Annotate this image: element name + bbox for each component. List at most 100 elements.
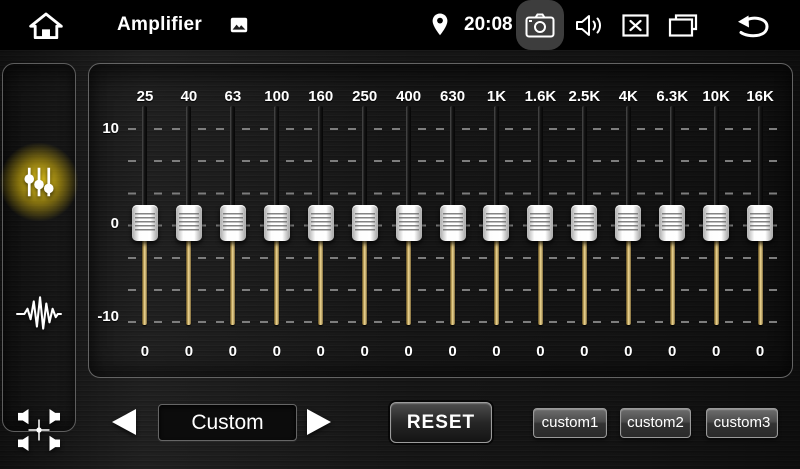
- eq-slider[interactable]: [431, 106, 475, 324]
- eq-slider[interactable]: [694, 106, 738, 324]
- freq-label: 4K: [606, 88, 650, 105]
- slider-track-upper: [230, 106, 235, 218]
- freq-label: 250: [343, 88, 387, 105]
- eq-slider[interactable]: [255, 106, 299, 324]
- location-indicator[interactable]: [432, 12, 448, 37]
- slider-handle[interactable]: [176, 205, 202, 241]
- eq-band-10k: 10K 0: [694, 64, 738, 377]
- eq-slider[interactable]: [475, 106, 519, 324]
- handle-ridges: [135, 213, 155, 233]
- band-value: 0: [211, 343, 255, 360]
- eq-slider[interactable]: [167, 106, 211, 324]
- slider-handle[interactable]: [440, 205, 466, 241]
- preset-next-button[interactable]: [307, 409, 331, 435]
- eq-slider[interactable]: [387, 106, 431, 324]
- freq-label: 16K: [738, 88, 782, 105]
- eq-slider[interactable]: [518, 106, 562, 324]
- eq-band-4k: 4K 0: [606, 64, 650, 377]
- recent-apps-button[interactable]: [668, 14, 698, 37]
- volume-button[interactable]: [575, 14, 605, 37]
- slider-handle[interactable]: [527, 205, 553, 241]
- custom3-button[interactable]: custom3: [706, 408, 778, 438]
- handle-ridges: [662, 213, 682, 233]
- slider-handle[interactable]: [264, 205, 290, 241]
- gallery-button[interactable]: [230, 17, 248, 33]
- slider-track-upper: [758, 106, 763, 218]
- location-pin-icon: [432, 12, 448, 37]
- band-value: 0: [387, 343, 431, 360]
- slider-handle[interactable]: [615, 205, 641, 241]
- screenshot-button[interactable]: [516, 0, 564, 50]
- slider-handle[interactable]: [483, 205, 509, 241]
- tab-balance-fader[interactable]: [3, 407, 75, 453]
- eq-slider[interactable]: [562, 106, 606, 324]
- equalizer-panel: 10 0 -10 25 0 40: [88, 63, 793, 378]
- eq-band-160: 160 0: [299, 64, 343, 377]
- scale-label-max: 10: [89, 120, 119, 138]
- slider-handle[interactable]: [747, 205, 773, 241]
- back-button[interactable]: [735, 13, 773, 39]
- eq-band-16k: 16K 0: [738, 64, 782, 377]
- band-value: 0: [167, 343, 211, 360]
- eq-band-6.3k: 6.3K 0: [650, 64, 694, 377]
- slider-handle[interactable]: [132, 205, 158, 241]
- freq-label: 1.6K: [518, 88, 562, 105]
- eq-slider[interactable]: [299, 106, 343, 324]
- handle-ridges: [618, 213, 638, 233]
- slider-track-upper: [626, 106, 631, 218]
- handle-ridges: [223, 213, 243, 233]
- band-value: 0: [606, 343, 650, 360]
- slider-handle[interactable]: [352, 205, 378, 241]
- custom1-button[interactable]: custom1: [533, 408, 607, 438]
- eq-slider[interactable]: [650, 106, 694, 324]
- slider-handle[interactable]: [220, 205, 246, 241]
- close-window-icon: [622, 14, 649, 37]
- freq-label: 10K: [694, 88, 738, 105]
- band-value: 0: [562, 343, 606, 360]
- slider-handle[interactable]: [308, 205, 334, 241]
- preset-prev-button[interactable]: [112, 409, 136, 435]
- eq-slider[interactable]: [343, 106, 387, 324]
- home-button[interactable]: [27, 12, 65, 39]
- eq-slider[interactable]: [606, 106, 650, 324]
- band-value: 0: [299, 343, 343, 360]
- slider-track-upper: [582, 106, 587, 218]
- handle-ridges: [311, 213, 331, 233]
- band-value: 0: [431, 343, 475, 360]
- band-value: 0: [738, 343, 782, 360]
- scale-label-mid: 0: [89, 215, 119, 233]
- slider-track-upper: [494, 106, 499, 218]
- slider-track-upper: [186, 106, 191, 218]
- freq-label: 100: [255, 88, 299, 105]
- slider-handle[interactable]: [659, 205, 685, 241]
- slider-handle[interactable]: [571, 205, 597, 241]
- home-icon: [27, 12, 65, 39]
- sound-wave-icon: [16, 295, 62, 333]
- eq-band-1k: 1K 0: [475, 64, 519, 377]
- freq-label: 25: [123, 88, 167, 105]
- eq-slider[interactable]: [211, 106, 255, 324]
- slider-track-upper: [318, 106, 323, 218]
- slider-handle[interactable]: [396, 205, 422, 241]
- freq-label: 400: [387, 88, 431, 105]
- eq-band-100: 100 0: [255, 64, 299, 377]
- tab-sound-effect[interactable]: [3, 295, 75, 333]
- eq-bands: 25 0 40 0 63: [123, 64, 782, 377]
- custom2-button[interactable]: custom2: [620, 408, 691, 438]
- close-app-button[interactable]: [622, 14, 649, 37]
- page-title: Amplifier: [117, 0, 202, 50]
- slider-handle[interactable]: [703, 205, 729, 241]
- slider-track-upper: [362, 106, 367, 218]
- preset-display[interactable]: Custom: [158, 404, 297, 441]
- eq-slider[interactable]: [738, 106, 782, 324]
- slider-track-upper: [670, 106, 675, 218]
- freq-label: 6.3K: [650, 88, 694, 105]
- tab-equalizer[interactable]: [3, 164, 75, 200]
- clock: 20:08: [464, 0, 513, 50]
- speaker-balance-icon: [18, 407, 60, 453]
- slider-track-upper: [274, 106, 279, 218]
- eq-slider[interactable]: [123, 106, 167, 324]
- handle-ridges: [530, 213, 550, 233]
- volume-icon: [575, 14, 605, 37]
- reset-button[interactable]: RESET: [390, 402, 492, 443]
